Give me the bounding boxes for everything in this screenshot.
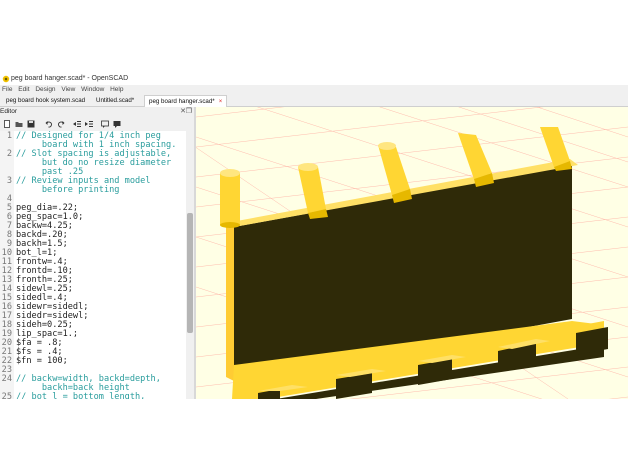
comment-icon[interactable] [101,120,109,128]
menu-edit[interactable]: Edit [18,86,29,93]
menu-design[interactable]: Design [35,86,55,93]
code-editor[interactable]: 1// Designed for 1/4 inch peg board with… [0,131,186,399]
line-number: 3 [6,176,12,186]
unindent-icon[interactable] [73,120,81,128]
openscad-logo-icon [2,75,10,83]
title-bar: peg board hanger.scad* - OpenSCAD [0,73,628,85]
editor-title: Editor [0,108,17,115]
editor-toolbar [0,117,194,131]
editor-scrollbar[interactable] [186,131,194,399]
tab-close-icon[interactable]: × [219,99,223,105]
back-plate-side [226,223,234,381]
window-title: peg board hanger.scad* - OpenSCAD [11,75,129,82]
peg-1 [220,169,240,228]
code-text: // bot_l = bottom length, [16,392,146,400]
code-text: $fn = 100; [16,356,68,366]
uncomment-icon[interactable] [113,120,121,128]
code-text: before printing [16,185,120,195]
save-icon[interactable] [27,120,35,128]
menu-bar: File Edit Design View Window Help [0,85,628,95]
line-number: 1 [6,131,12,141]
model-render [135,73,628,399]
indent-icon[interactable] [85,120,93,128]
tab-peg-board-hook-system[interactable]: peg board hook system.scad [2,95,89,106]
3d-viewport[interactable] [135,73,628,399]
line-number: 24 [1,374,12,384]
menu-help[interactable]: Help [110,86,123,93]
undo-icon[interactable] [45,120,53,128]
open-file-icon[interactable] [15,120,23,128]
redo-icon[interactable] [57,120,65,128]
line-number: 25 [1,392,12,400]
new-file-icon[interactable] [3,120,11,128]
openscad-window: peg board hanger.scad* - OpenSCAD File E… [0,73,628,399]
menu-file[interactable]: File [2,86,12,93]
file-tab-bar: peg board hook system.scad Untitled.scad… [0,95,628,107]
editor-panel-header: Editor ✕ ❐ [0,107,194,116]
menu-window[interactable]: Window [81,86,104,93]
tab-peg-board-hanger[interactable]: peg board hanger.scad* × [144,95,228,107]
editor-scrollbar-thumb[interactable] [187,213,193,333]
menu-view[interactable]: View [61,86,75,93]
editor-float-icon[interactable]: ❐ [186,107,192,116]
line-number: 2 [6,149,12,159]
tab-untitled[interactable]: Untitled.scad* [92,95,138,106]
